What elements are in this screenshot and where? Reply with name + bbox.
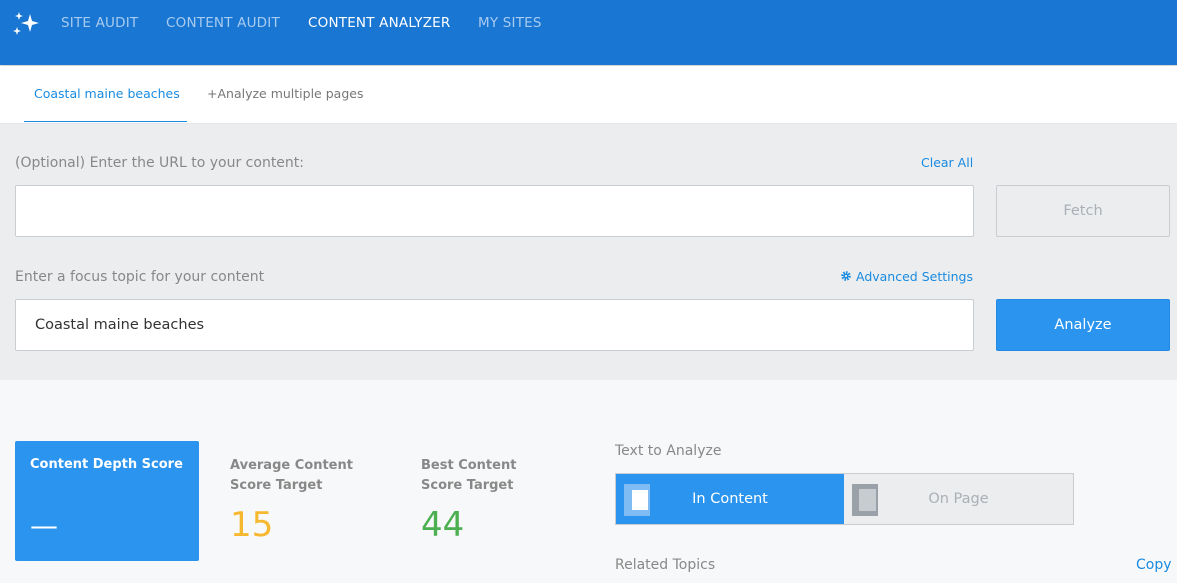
nav-my-sites[interactable]: MY SITES xyxy=(478,15,542,31)
copy-link[interactable]: Copy xyxy=(1136,557,1172,573)
gear-icon xyxy=(841,271,851,281)
fetch-button[interactable]: Fetch xyxy=(996,185,1170,237)
average-score-title: Average Content Score Target xyxy=(230,458,353,493)
topic-label: Enter a focus topic for your content xyxy=(15,269,265,285)
content-depth-score-value: — xyxy=(30,509,58,542)
best-score-title: Best Content Score Target xyxy=(421,458,517,493)
sparkle-icon[interactable] xyxy=(12,12,40,36)
url-label: (Optional) Enter the URL to your content… xyxy=(15,155,304,171)
content-depth-score-title: Content Depth Score xyxy=(30,457,183,472)
analyze-button[interactable]: Analyze xyxy=(996,299,1170,351)
on-page-option[interactable]: On Page xyxy=(844,474,1073,524)
tab-analyze-multiple-pages[interactable]: +Analyze multiple pages xyxy=(207,66,363,122)
in-content-label: In Content xyxy=(692,491,768,507)
text-to-analyze-label: Text to Analyze xyxy=(615,443,722,459)
focus-topic-input[interactable] xyxy=(15,299,974,351)
nav-site-audit[interactable]: SITE AUDIT xyxy=(61,15,138,31)
tab-coastal-maine-beaches[interactable]: Coastal maine beaches xyxy=(24,66,187,122)
tab-bar: Coastal maine beaches +Analyze multiple … xyxy=(0,66,1177,124)
content-depth-score-card: Content Depth Score — xyxy=(15,441,199,561)
advanced-settings-label: Advanced Settings xyxy=(855,269,973,284)
advanced-settings-link[interactable]: Advanced Settings xyxy=(840,269,973,284)
text-to-analyze-toggle: In Content On Page xyxy=(615,473,1074,525)
related-topics-label: Related Topics xyxy=(615,557,716,573)
top-nav-bar: SITE AUDIT CONTENT AUDIT CONTENT ANALYZE… xyxy=(0,0,1177,65)
url-input[interactable] xyxy=(15,185,974,237)
best-score-value: 44 xyxy=(421,505,465,545)
nav-content-analyzer[interactable]: CONTENT ANALYZER xyxy=(308,15,450,31)
on-page-label: On Page xyxy=(928,491,989,507)
nav-content-audit[interactable]: CONTENT AUDIT xyxy=(166,15,280,31)
clear-all-link[interactable]: Clear All xyxy=(921,155,973,170)
in-content-option[interactable]: In Content xyxy=(616,474,844,524)
average-score-value: 15 xyxy=(230,505,274,545)
